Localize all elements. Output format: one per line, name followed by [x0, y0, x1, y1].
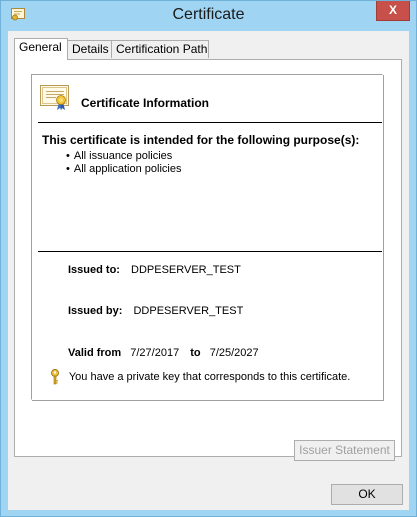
- issued-by-value: DDPESERVER_TEST: [133, 305, 244, 317]
- general-tab-panel: Certificate Information This certificate…: [14, 59, 402, 461]
- ok-button[interactable]: OK: [331, 484, 403, 505]
- issuer-statement-button[interactable]: Issuer Statement: [294, 440, 395, 461]
- tab-general[interactable]: General: [14, 38, 68, 60]
- window-title: Certificate: [172, 6, 245, 23]
- certificate-info-box: Certificate Information This certificate…: [31, 74, 383, 400]
- valid-to-value: 7/25/2027: [209, 347, 259, 359]
- issued-to-value: DDPESERVER_TEST: [131, 264, 241, 276]
- certificate-info-title: Certificate Information: [81, 96, 210, 110]
- private-key-row: You have a private key that corresponds …: [50, 369, 350, 385]
- valid-to-label: to: [190, 347, 201, 359]
- issued-to-label: Issued to:: [68, 264, 120, 276]
- header-divider: [38, 122, 382, 123]
- close-button[interactable]: X: [376, 1, 410, 21]
- list-item: All issuance policies: [66, 150, 181, 163]
- list-item: All application policies: [66, 163, 182, 176]
- issued-to-row: Issued to: DDPESERVER_TEST: [68, 264, 241, 276]
- tab-certification-path[interactable]: Certification Path: [111, 40, 209, 58]
- valid-from-value: 7/27/2017: [130, 347, 180, 359]
- validity-row: Valid from 7/27/2017 to 7/25/2027: [68, 347, 259, 359]
- certificate-icon: [40, 85, 69, 110]
- issued-by-label: Issued by:: [68, 305, 123, 317]
- purpose-divider: [38, 251, 382, 252]
- purpose-list: All issuance policies All application po…: [66, 150, 182, 176]
- key-icon: [51, 369, 59, 385]
- title-bar[interactable]: Certificate X: [1, 1, 416, 31]
- private-key-note: You have a private key that corresponds …: [68, 370, 351, 383]
- issued-by-row: Issued by: DDPESERVER_TEST: [68, 305, 243, 317]
- certificate-dialog: Certificate X General Details Certificat…: [0, 0, 417, 517]
- tab-details[interactable]: Details: [67, 40, 112, 58]
- dialog-client-area: General Details Certification Path Certi…: [8, 31, 409, 510]
- valid-from-label: Valid from: [68, 347, 122, 359]
- purpose-heading: This certificate is intended for the fol…: [42, 133, 360, 147]
